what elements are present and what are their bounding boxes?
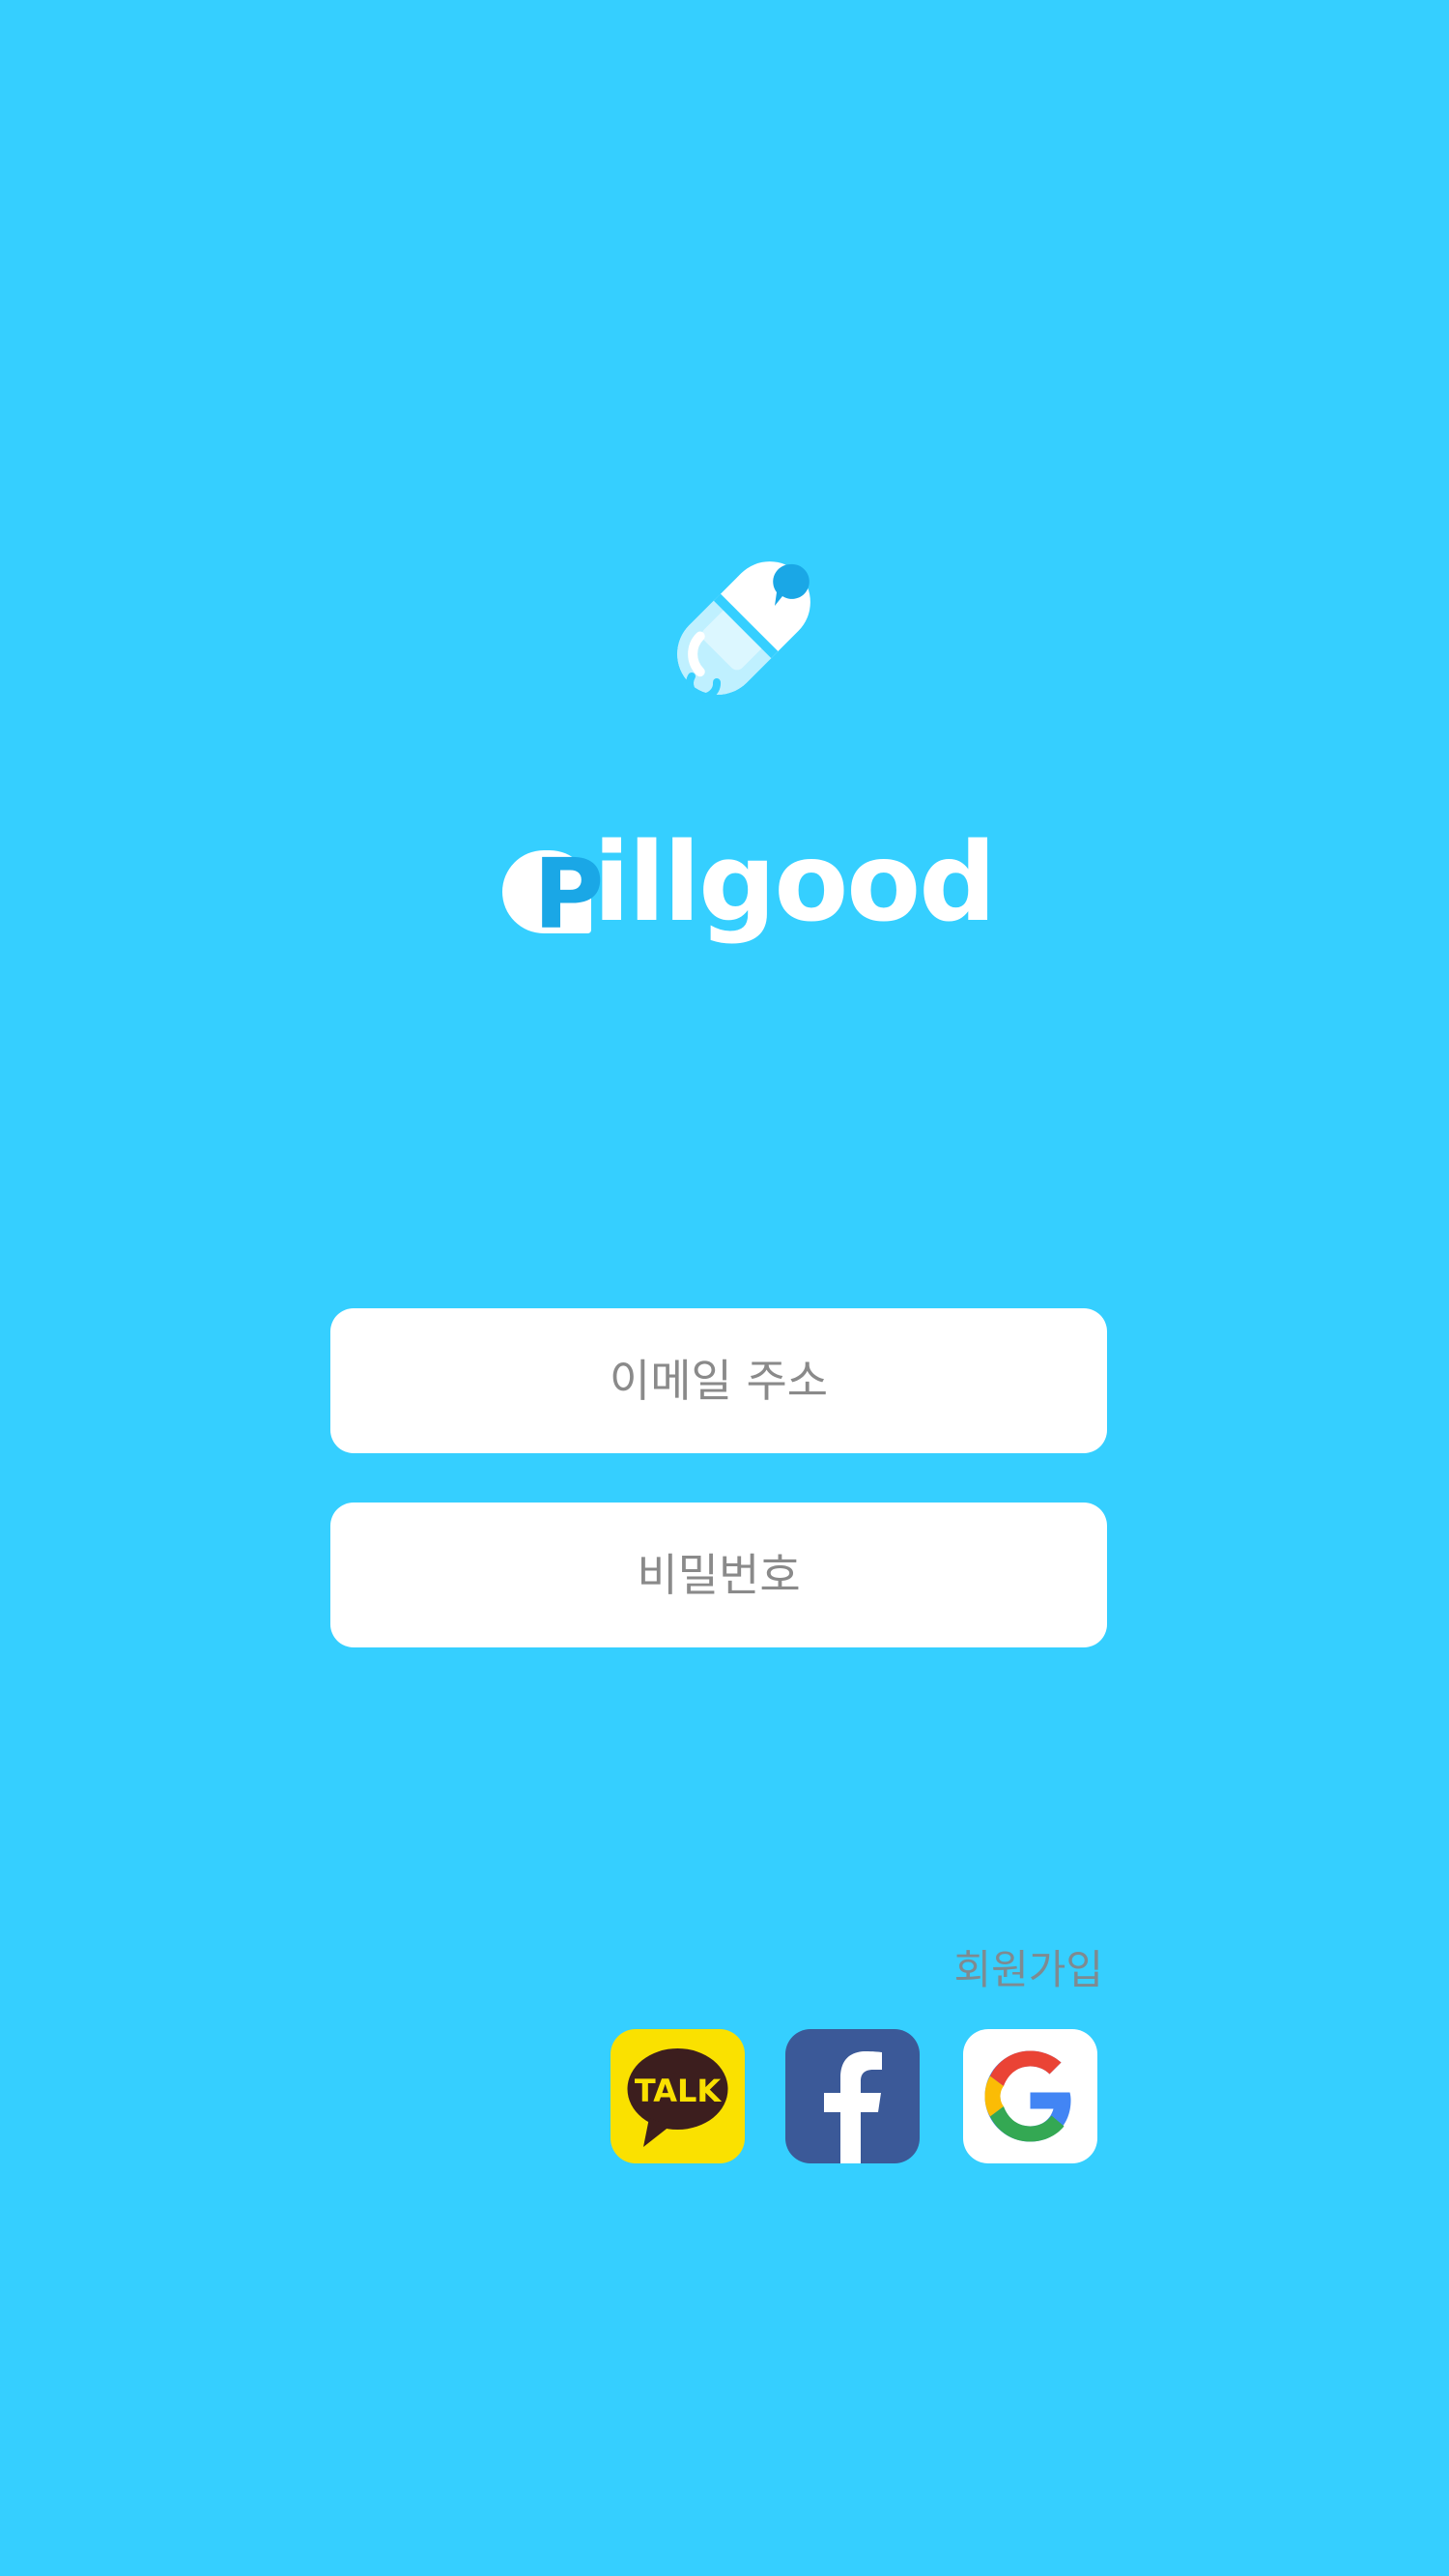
password-input[interactable] — [330, 1503, 1107, 1647]
brand-p-badge: P — [502, 841, 604, 943]
kakao-talk-icon: TALK — [627, 2048, 728, 2147]
google-icon — [984, 2050, 1071, 2142]
facebook-icon — [824, 2051, 882, 2163]
pill-logo-icon — [677, 561, 810, 701]
facebook-login-button[interactable] — [785, 2029, 920, 2163]
brand-first-letter: P — [533, 838, 604, 951]
kakao-login-button[interactable]: TALK — [611, 2029, 745, 2163]
login-screen: P illgood 회원가입 TALK — [0, 0, 1449, 2576]
brand-wordmark: P illgood — [502, 812, 996, 943]
kakao-talk-label: TALK — [635, 2073, 723, 2109]
google-login-button[interactable] — [963, 2029, 1097, 2163]
email-input[interactable] — [330, 1308, 1107, 1453]
signup-link[interactable]: 회원가입 — [869, 1936, 1103, 2004]
brand-name: illgood — [593, 820, 996, 946]
